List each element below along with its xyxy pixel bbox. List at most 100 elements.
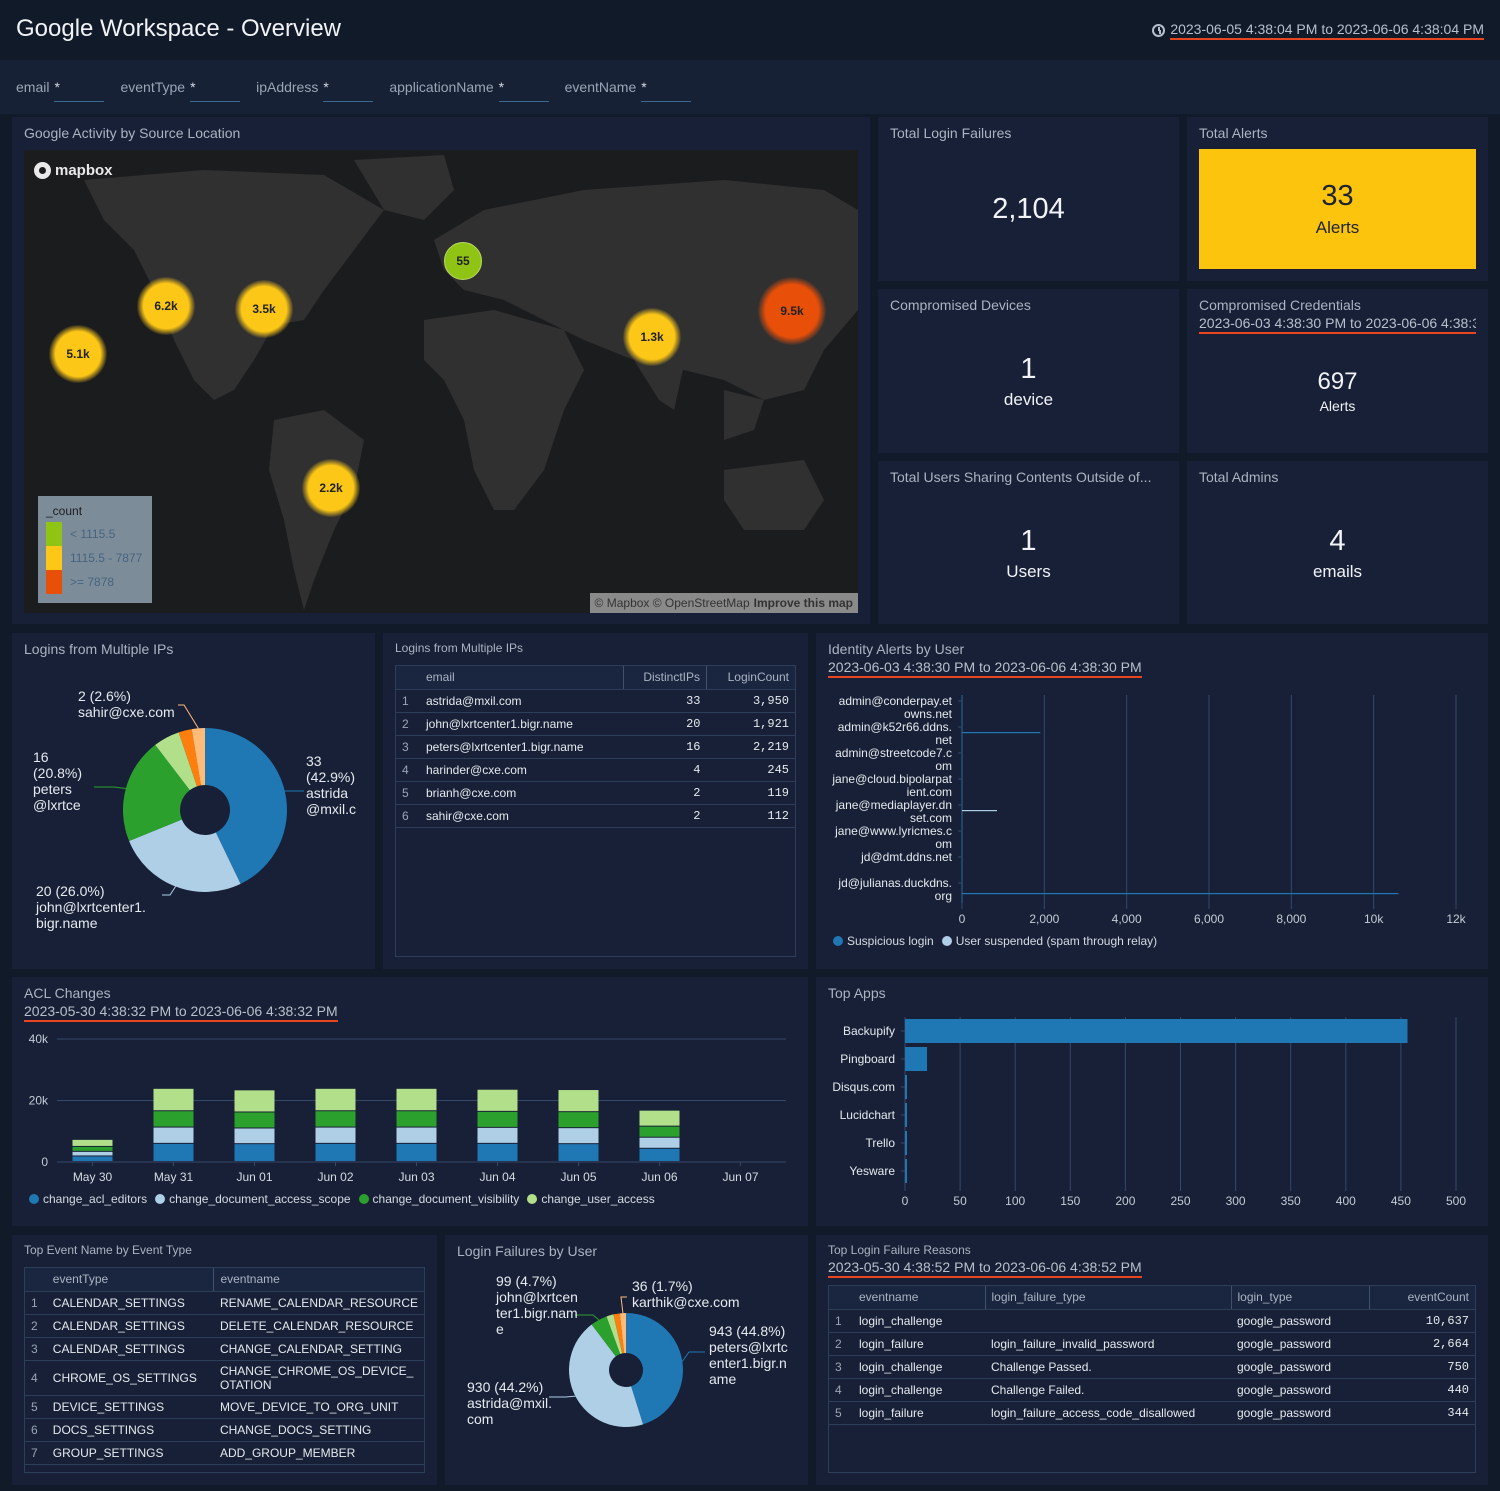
y-tick-label: Yesware <box>849 1164 895 1178</box>
legend-item[interactable]: change_acl_editors <box>29 1192 147 1206</box>
table-row[interactable]: 3 login_challenge Challenge Passed. google_… <box>829 1355 1475 1379</box>
filter-eventname[interactable]: eventName * <box>565 73 692 102</box>
column-header[interactable]: DistinctIPs <box>622 666 707 690</box>
panel-title: Total Users Sharing Contents Outside of.… <box>890 469 1152 485</box>
legend-item[interactable]: change_document_access_scope <box>155 1192 351 1206</box>
legend-swatch <box>46 522 62 546</box>
filter-input[interactable]: * <box>498 73 549 102</box>
table-cell: 16 <box>623 735 707 759</box>
table-cell: CHANGE_CALENDAR_SETTING <box>213 1337 424 1361</box>
bar-segment <box>234 1090 275 1112</box>
x-tick-label: 200 <box>1115 1194 1135 1208</box>
table-row[interactable]: 1 login_challenge google_password 10,637 <box>829 1309 1475 1333</box>
y-tick-label: Trello <box>865 1136 895 1150</box>
x-tick-label: 12k <box>1446 912 1466 926</box>
bar-segment <box>315 1143 356 1161</box>
panel-title: Compromised Credentials <box>1199 297 1361 313</box>
improve-map-link[interactable]: Improve this map <box>754 596 853 610</box>
legend-item[interactable]: Suspicious login <box>833 934 934 948</box>
y-tick-label: Disqus.com <box>832 1080 895 1094</box>
table-row[interactable]: 4 CHROME_OS_SETTINGS CHANGE_CHROME_OS_DEVI… <box>25 1360 424 1396</box>
map-cluster[interactable]: 5.1k <box>49 325 107 383</box>
world-map[interactable]: mapbox 5.1k 6.2k 3.5k 55 1.3k 9.5k 2.2k … <box>24 150 858 613</box>
table-row[interactable]: 5 DEVICE_SETTINGS MOVE_DEVICE_TO_ORG_UNIT <box>25 1395 424 1419</box>
legend-item[interactable]: User suspended (spam through relay) <box>941 934 1157 948</box>
x-tick-label: 10k <box>1364 912 1384 926</box>
legend-label: >= 7878 <box>70 575 115 589</box>
column-header[interactable]: login_failure_type <box>984 1286 1231 1310</box>
table-row[interactable]: 6 DOCS_SETTINGS CHANGE_DOCS_SETTING <box>25 1418 424 1442</box>
time-range-text[interactable]: 2023-06-05 4:38:04 PM to 2023-06-06 4:38… <box>1170 21 1484 40</box>
legend-item[interactable]: change_user_access <box>527 1192 655 1206</box>
table-row[interactable]: 4 login_challenge Challenge Failed. google_… <box>829 1378 1475 1402</box>
y-tick-label: 40k <box>29 1032 49 1046</box>
filter-ipaddress[interactable]: ipAddress * <box>256 73 374 102</box>
table-row[interactable]: 2 login_failure login_failure_invalid_pass… <box>829 1332 1475 1356</box>
filter-applicationname[interactable]: applicationName * <box>389 73 549 102</box>
table-cell: 20 <box>623 712 707 736</box>
map-cluster[interactable]: 1.3k <box>623 308 681 366</box>
column-header[interactable]: eventname <box>213 1268 424 1292</box>
legend-item[interactable]: change_document_visibility <box>358 1192 519 1206</box>
map-cluster[interactable]: 6.2k <box>137 277 195 335</box>
bar <box>905 1047 928 1071</box>
column-header[interactable]: login_type <box>1230 1286 1369 1310</box>
map-cluster[interactable]: 9.5k <box>758 277 826 345</box>
table-row[interactable]: 3 CALENDAR_SETTINGS CHANGE_CALENDAR_SETTIN… <box>25 1337 424 1361</box>
map-cluster[interactable]: 2.2k <box>302 459 360 517</box>
panel-time-range[interactable]: 2023-05-30 4:38:52 PM to 2023-06-06 4:38… <box>828 1259 1142 1278</box>
table-cell: login_failure <box>853 1401 985 1425</box>
time-range-picker[interactable]: 2023-06-05 4:38:04 PM to 2023-06-06 4:38… <box>1152 21 1484 40</box>
stat-total-login-failures: Total Login Failures 2,104 <box>878 117 1179 281</box>
column-header[interactable]: email <box>420 666 624 690</box>
filter-eventtype[interactable]: eventType * <box>120 73 241 102</box>
map-cluster[interactable]: 3.5k <box>235 280 293 338</box>
column-header[interactable]: eventname <box>853 1286 985 1310</box>
table-row[interactable]: 1 astrida@mxil.com 33 3,950 <box>396 689 795 713</box>
attribution-text[interactable]: © Mapbox © OpenStreetMap <box>595 596 750 610</box>
filter-input[interactable]: * <box>641 73 692 102</box>
alert-highlight-box[interactable]: 33 Alerts <box>1199 149 1476 269</box>
filter-input[interactable]: * <box>190 73 241 102</box>
x-tick-label: 450 <box>1391 1194 1411 1208</box>
filter-input[interactable]: * <box>323 73 374 102</box>
bar <box>962 893 1399 895</box>
column-header[interactable]: eventType <box>46 1268 214 1292</box>
logins-pie-chart: 33(42.9%)astrida@mxil.c 20 (26.0%)john@lx… <box>33 688 356 931</box>
failure-reasons-panel: Top Login Failure Reasons 2023-05-30 4:3… <box>816 1235 1488 1485</box>
map-attribution: © Mapbox © OpenStreetMap Improve this map <box>589 593 858 613</box>
pie-slice-label: e <box>496 1321 504 1337</box>
bar <box>962 732 1041 734</box>
table-row[interactable]: 5 brianh@cxe.com 2 119 <box>396 781 795 805</box>
column-header[interactable]: LoginCount <box>706 666 795 690</box>
table-row[interactable]: 6 sahir@cxe.com 2 112 <box>396 804 795 828</box>
column-header[interactable]: eventCount <box>1368 1286 1475 1310</box>
pie-slice-label: peters <box>33 781 72 797</box>
bar-segment <box>72 1156 113 1161</box>
table-row[interactable]: 2 john@lxrtcenter1.bigr.name 20 1,921 <box>396 712 795 736</box>
stat-unit: device <box>1003 390 1054 409</box>
acl-changes-panel: ACL Changes 2023-05-30 4:38:32 PM to 202… <box>12 977 808 1226</box>
bar-segment <box>72 1139 113 1146</box>
panel-time-range[interactable]: 2023-06-03 4:38:30 PM to 2023-06-06 4:38… <box>1199 315 1476 334</box>
x-tick-label: 350 <box>1281 1194 1301 1208</box>
table-row[interactable]: 7 GROUP_SETTINGS ADD_GROUP_MEMBER <box>25 1441 424 1465</box>
table-row[interactable]: 1 CALENDAR_SETTINGS RENAME_CALENDAR_RESOUR… <box>25 1291 424 1315</box>
table-row[interactable]: 5 login_failure login_failure_access_code_… <box>829 1401 1475 1425</box>
filter-email[interactable]: email * <box>16 73 105 102</box>
table-cell: 3,950 <box>706 689 795 713</box>
legend-dot <box>29 1194 39 1204</box>
table-row[interactable]: 3 peters@lxrtcenter1.bigr.name 16 2,219 <box>396 735 795 759</box>
filter-label: ipAddress <box>256 79 319 95</box>
table-cell: GROUP_SETTINGS <box>46 1441 214 1465</box>
bar-segment <box>72 1151 113 1156</box>
filter-input[interactable]: * <box>54 73 105 102</box>
bar-segment <box>477 1127 518 1143</box>
map-legend: _count < 1115.5 1115.5 - 7877 >= 7878 <box>38 496 152 603</box>
mapbox-logo[interactable]: mapbox <box>34 162 113 179</box>
table-row[interactable]: 2 CALENDAR_SETTINGS DELETE_CALENDAR_RESOUR… <box>25 1314 424 1338</box>
legend-label: change_user_access <box>541 1192 655 1206</box>
x-tick-label: 4,000 <box>1112 912 1142 926</box>
table-row[interactable]: 4 harinder@cxe.com 4 245 <box>396 758 795 782</box>
map-cluster[interactable]: 55 <box>444 242 482 280</box>
